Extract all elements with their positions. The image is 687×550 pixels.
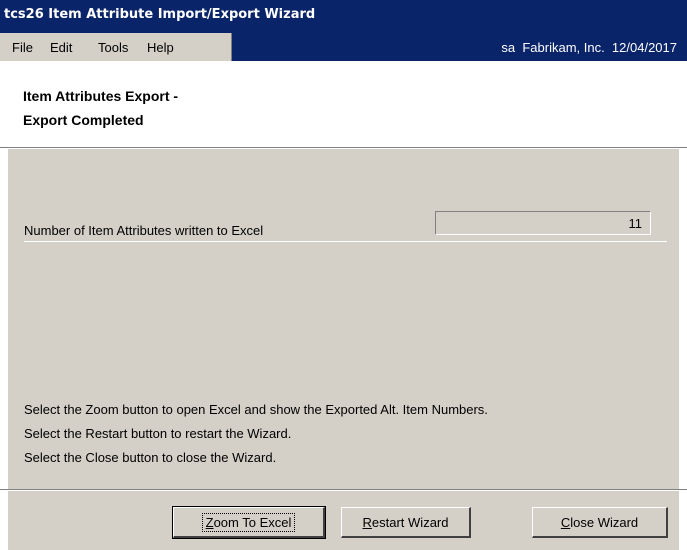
- attributes-count-field: 11: [435, 211, 651, 235]
- menu-tools[interactable]: Tools: [98, 40, 128, 55]
- instruction-restart: Select the Restart button to restart the…: [24, 426, 292, 441]
- menu-file[interactable]: File: [12, 40, 33, 55]
- page-title-line2: Export Completed: [23, 112, 144, 128]
- menu-bar: File Edit Tools Help sa Fabrikam, Inc. 1…: [0, 33, 687, 61]
- restart-wizard-button[interactable]: Restart Wizard: [341, 507, 471, 538]
- zoom-accel-key: Z: [205, 514, 214, 530]
- menu-group: File Edit Tools Help: [0, 33, 232, 61]
- button-bar: Zoom To Excel Restart Wizard Close Wizar…: [8, 491, 679, 550]
- session-info: sa Fabrikam, Inc. 12/04/2017: [501, 40, 677, 55]
- close-wizard-button[interactable]: Close Wizard: [532, 507, 668, 538]
- menu-edit[interactable]: Edit: [50, 40, 72, 55]
- field-underline: [24, 241, 667, 242]
- instruction-close: Select the Close button to close the Wiz…: [24, 450, 277, 465]
- restart-label-rest: estart Wizard: [371, 514, 449, 530]
- menu-help[interactable]: Help: [147, 40, 174, 55]
- attributes-count-label: Number of Item Attributes written to Exc…: [24, 223, 264, 238]
- instruction-zoom: Select the Zoom button to open Excel and…: [24, 402, 488, 417]
- zoom-label-rest: oom To Excel: [213, 514, 292, 530]
- zoom-to-excel-label: Zoom To Excel: [201, 512, 296, 532]
- close-label-rest: lose Wizard: [570, 514, 639, 530]
- close-accel-key: C: [560, 514, 571, 530]
- wizard-header: Item Attributes Export - Export Complete…: [8, 61, 679, 145]
- window-title: tcs26 Item Attribute Import/Export Wizar…: [0, 0, 687, 33]
- restart-accel-key: R: [362, 514, 372, 530]
- wizard-content: Number of Item Attributes written to Exc…: [8, 149, 679, 489]
- page-title: Item Attributes Export - Export Complete…: [23, 84, 178, 132]
- zoom-to-excel-button[interactable]: Zoom To Excel: [172, 506, 326, 539]
- page-title-line1: Item Attributes Export -: [23, 88, 179, 104]
